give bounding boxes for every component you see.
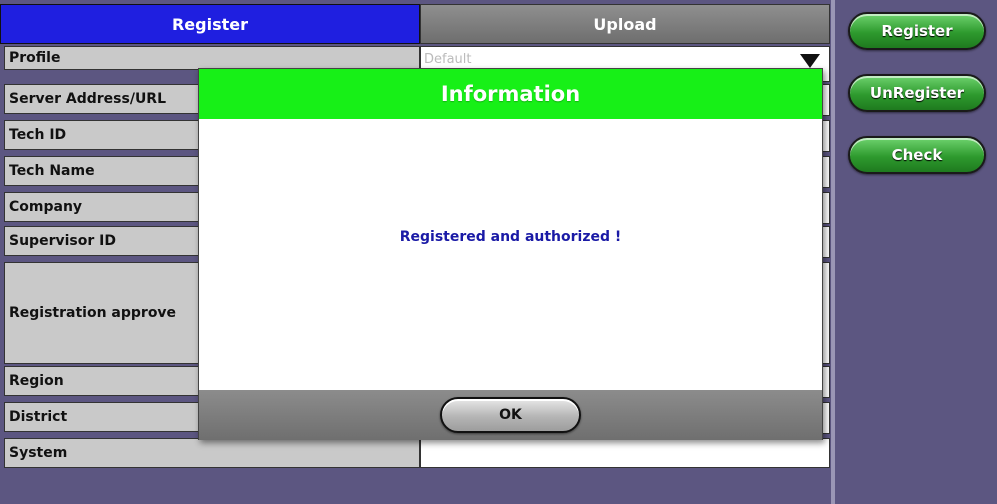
unregister-button[interactable]: UnRegister <box>848 74 986 112</box>
sidebar-divider <box>831 0 835 504</box>
profile-value: Default <box>424 52 472 67</box>
information-dialog: Information Registered and authorized ! … <box>198 68 823 440</box>
tab-upload[interactable]: Upload <box>420 4 830 44</box>
system-field[interactable] <box>420 438 830 468</box>
profile-label: Profile <box>4 46 420 70</box>
tab-register[interactable]: Register <box>0 4 420 44</box>
ok-button[interactable]: OK <box>440 397 581 433</box>
dialog-message: Registered and authorized ! <box>399 229 622 245</box>
register-button[interactable]: Register <box>848 12 986 50</box>
system-label: System <box>4 438 420 468</box>
check-button[interactable]: Check <box>848 136 986 174</box>
dialog-title: Information <box>199 69 822 119</box>
chevron-down-icon[interactable] <box>800 54 820 68</box>
dialog-footer: OK <box>199 390 822 440</box>
